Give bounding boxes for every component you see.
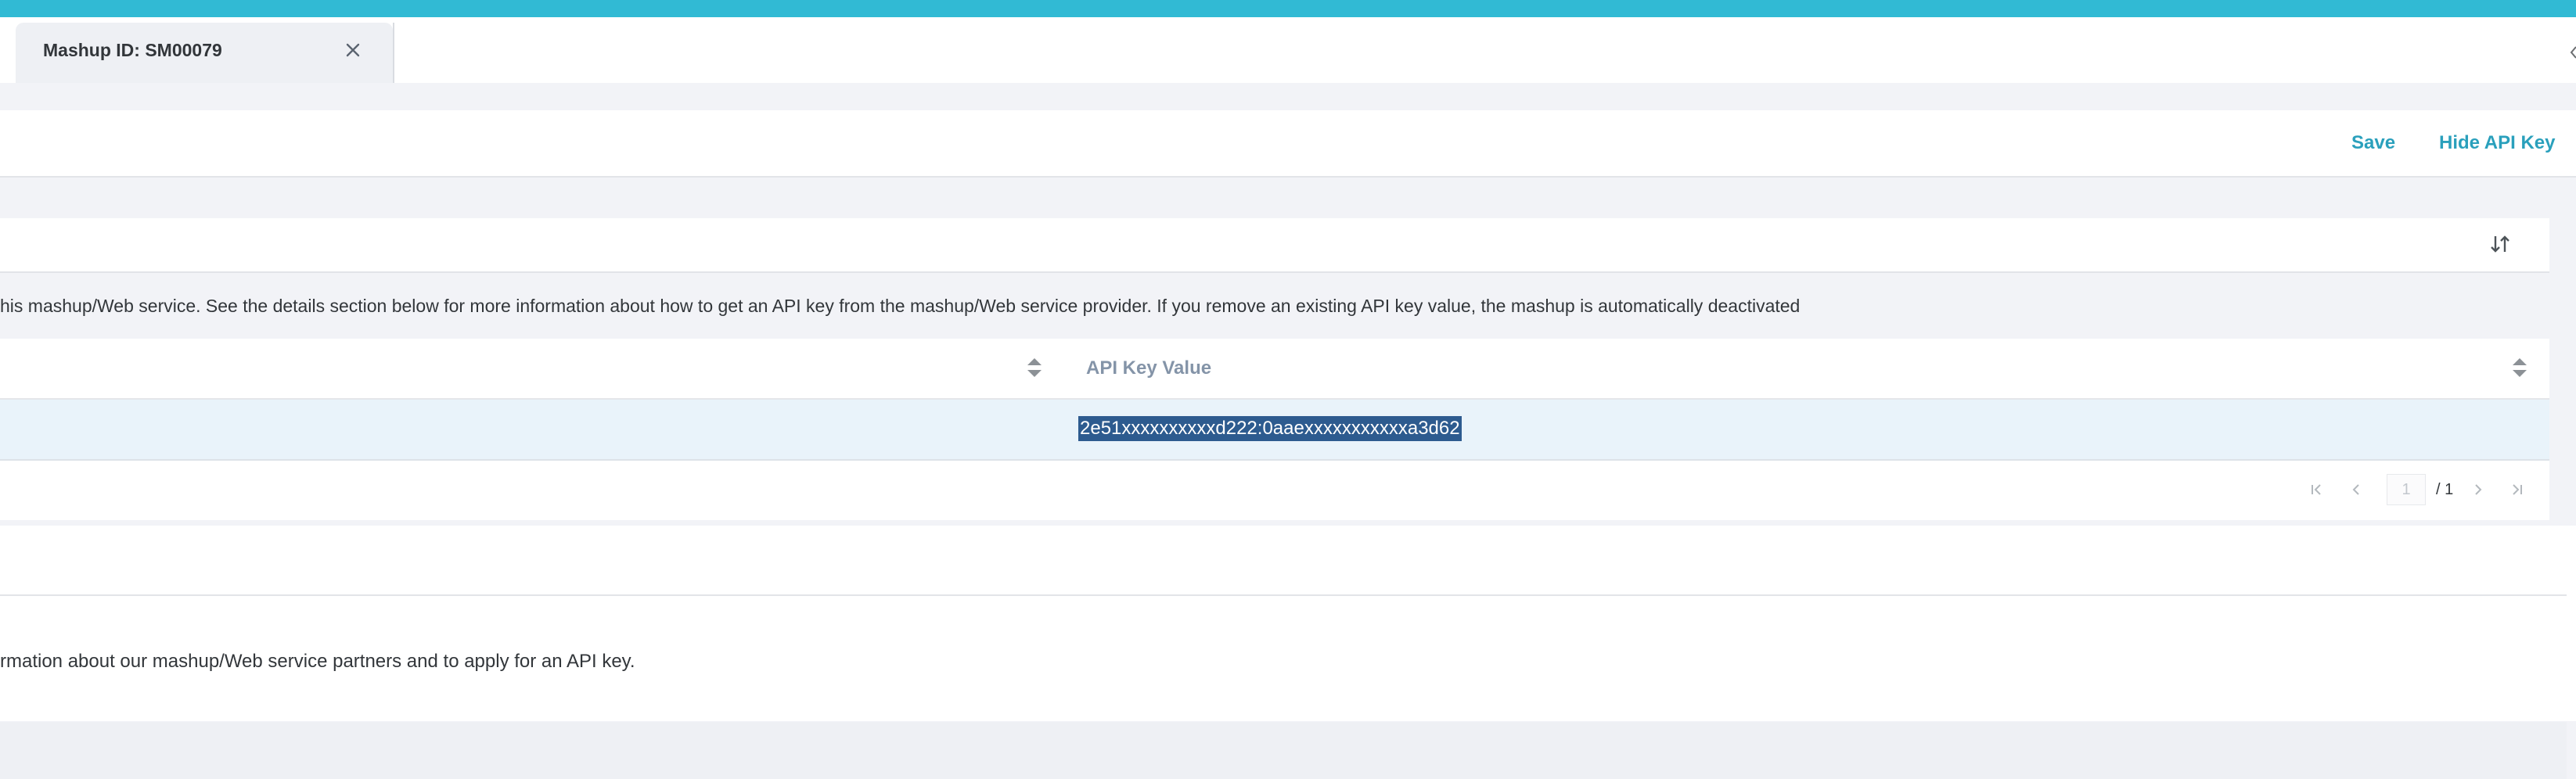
details-text: rmation about our mashup/Web service par… xyxy=(0,651,635,672)
last-page-icon[interactable] xyxy=(2506,479,2528,501)
column-header-api-key-value[interactable]: API Key Value xyxy=(1086,356,1211,381)
column-sort-icon[interactable] xyxy=(2510,356,2529,379)
tab-divider xyxy=(393,23,394,83)
info-text: his mashup/Web service. See the details … xyxy=(0,296,1801,316)
panel-header xyxy=(0,218,2549,273)
table-header xyxy=(0,339,2549,400)
hide-api-key-button[interactable]: Hide API Key xyxy=(2439,131,2556,156)
first-page-icon[interactable] xyxy=(2305,479,2327,501)
column-sort-icon[interactable] xyxy=(1025,356,1044,379)
pagination-bar xyxy=(0,461,2549,520)
next-page-icon[interactable] xyxy=(2467,479,2489,501)
sort-icon[interactable] xyxy=(2487,231,2513,257)
page-number-input[interactable]: 1 xyxy=(2387,474,2426,505)
close-icon[interactable] xyxy=(341,38,365,62)
top-accent-bar xyxy=(0,0,2576,17)
save-button[interactable]: Save xyxy=(2351,131,2395,156)
page-total: / 1 xyxy=(2436,481,2454,498)
section-divider xyxy=(0,594,2567,596)
previous-page-icon[interactable] xyxy=(2345,479,2367,501)
api-key-value-cell[interactable]: 2e51xxxxxxxxxxd222:0aaexxxxxxxxxxxa3d62 xyxy=(1078,416,1462,441)
bottom-band xyxy=(0,722,2567,779)
action-toolbar xyxy=(0,110,2576,178)
details-section xyxy=(0,526,2576,721)
overflow-arrow-icon[interactable] xyxy=(2570,44,2576,61)
tab-title: Mashup ID: SM00079 xyxy=(43,40,222,60)
